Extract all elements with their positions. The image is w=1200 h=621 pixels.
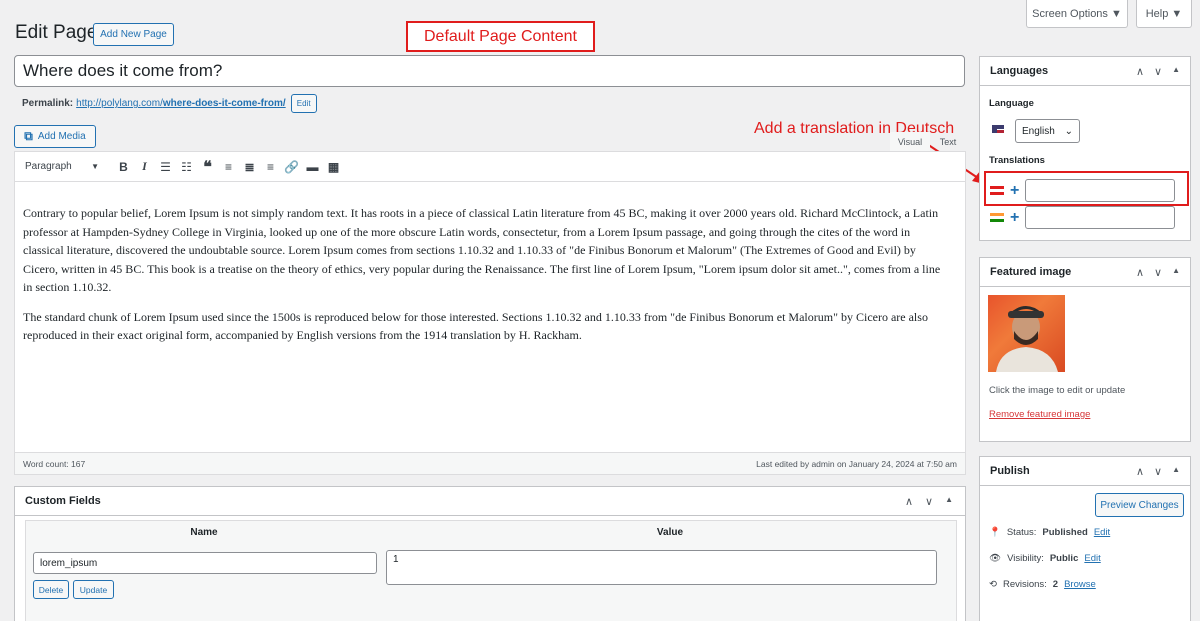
revisions-line: ⟲ Revisions: 2 Browse: [989, 579, 1096, 590]
title-input[interactable]: Where does it come from?: [14, 55, 965, 87]
tab-text[interactable]: Text: [932, 132, 964, 151]
add-media-button[interactable]: ⧉ Add Media: [14, 125, 96, 148]
publish-header[interactable]: Publish ∧ ∨ ▲: [980, 457, 1190, 486]
align-right-icon[interactable]: ≡: [260, 157, 281, 177]
link-icon[interactable]: 🔗: [281, 157, 302, 177]
language-select[interactable]: English ⌄: [1015, 119, 1080, 143]
pin-icon: 📍: [989, 527, 1001, 538]
publish-title: Publish: [990, 465, 1030, 477]
editor-content[interactable]: Contrary to popular belief, Lorem Ipsum …: [23, 204, 951, 356]
bullet-list-icon[interactable]: ☰: [155, 157, 176, 177]
numbered-list-icon[interactable]: ☷: [176, 157, 197, 177]
custom-fields-table: Name Value lorem_ipsum 1 Delete Update: [25, 520, 957, 621]
language-label: Language: [989, 98, 1034, 109]
collapse-icon[interactable]: ▲: [945, 495, 953, 508]
move-down-icon[interactable]: ∨: [1154, 65, 1162, 78]
help-button[interactable]: Help ▼: [1136, 0, 1192, 28]
permalink-label: Permalink:: [22, 98, 74, 109]
media-icon: ⧉: [24, 129, 33, 143]
permalink-edit-button[interactable]: Edit: [290, 94, 317, 113]
translation-row-hindi: +: [990, 206, 1176, 229]
align-center-icon[interactable]: ≣: [239, 157, 260, 177]
bold-icon[interactable]: B: [113, 157, 134, 177]
italic-icon[interactable]: I: [134, 157, 155, 177]
revisions-browse-link[interactable]: Browse: [1064, 579, 1096, 590]
publish-box: Publish ∧ ∨ ▲ Preview Changes 📍 Status: P…: [979, 456, 1191, 621]
translation-input-hindi[interactable]: [1025, 206, 1176, 229]
paragraph-2: The standard chunk of Lorem Ipsum used s…: [23, 309, 928, 343]
align-left-icon[interactable]: ≡: [218, 157, 239, 177]
translations-label: Translations: [989, 155, 1045, 166]
help-label: Help ▼: [1145, 7, 1183, 20]
editor-toolbar: Paragraph ▼ B I ☰ ☷ ❝ ≡ ≣ ≡ 🔗 ▬ ▦: [15, 152, 965, 182]
languages-header[interactable]: Languages ∧ ∨ ▲: [980, 57, 1190, 86]
delete-field-button[interactable]: Delete: [33, 580, 69, 599]
status-line: 📍 Status: Published Edit: [989, 527, 1111, 538]
visibility-line: 👁 Visibility: Public Edit: [989, 553, 1101, 564]
update-field-button[interactable]: Update: [73, 580, 114, 599]
title-value: Where does it come from?: [23, 61, 223, 80]
page-title: Edit Page: [15, 22, 98, 43]
collapse-icon[interactable]: ▲: [1172, 465, 1180, 478]
in-flag-icon: [990, 213, 1004, 222]
blockquote-icon[interactable]: ❝: [197, 157, 218, 177]
remove-featured-image-link[interactable]: Remove featured image: [989, 409, 1090, 420]
person-photo-icon: [996, 306, 1058, 372]
revisions-icon: ⟲: [989, 579, 997, 590]
add-translation-hindi-icon[interactable]: +: [1010, 209, 1019, 226]
screen-options-button[interactable]: Screen Options ▼: [1026, 0, 1128, 28]
tab-visual[interactable]: Visual: [890, 132, 930, 151]
custom-field-value-textarea[interactable]: 1: [386, 550, 937, 585]
permalink: Permalink: http://polylang.com/where-doe…: [22, 94, 317, 113]
paragraph-1: Contrary to popular belief, Lorem Ipsum …: [23, 206, 941, 294]
annotation-default-content: Default Page Content: [406, 21, 595, 52]
status-edit-link[interactable]: Edit: [1094, 527, 1110, 538]
collapse-icon[interactable]: ▲: [1172, 266, 1180, 279]
featured-image-title: Featured image: [990, 266, 1072, 278]
custom-fields-title: Custom Fields: [25, 495, 101, 507]
screen-options-label: Screen Options ▼: [1032, 7, 1122, 20]
permalink-link[interactable]: http://polylang.com/where-does-it-come-f…: [76, 98, 286, 109]
preview-changes-button[interactable]: Preview Changes: [1095, 493, 1184, 517]
move-down-icon[interactable]: ∨: [1154, 266, 1162, 279]
custom-field-name-input[interactable]: lorem_ipsum: [33, 552, 377, 574]
move-up-icon[interactable]: ∧: [1136, 65, 1144, 78]
format-select[interactable]: Paragraph ▼: [21, 157, 103, 177]
custom-fields-header[interactable]: Custom Fields ∧ ∨ ▲: [15, 487, 965, 516]
move-up-icon[interactable]: ∧: [1136, 465, 1144, 478]
languages-box: Languages ∧ ∨ ▲ Language English ⌄ Trans…: [979, 56, 1191, 241]
chevron-down-icon: ⌄: [1064, 125, 1073, 137]
content-editor[interactable]: Paragraph ▼ B I ☰ ☷ ❝ ≡ ≣ ≡ 🔗 ▬ ▦ Contra…: [14, 151, 966, 475]
move-up-icon[interactable]: ∧: [1136, 266, 1144, 279]
move-up-icon[interactable]: ∧: [905, 495, 913, 508]
visibility-edit-link[interactable]: Edit: [1084, 553, 1100, 564]
word-count: Word count: 167: [23, 458, 86, 469]
column-header-value: Value: [656, 527, 684, 538]
chevron-down-icon: ▼: [91, 162, 99, 171]
read-more-icon[interactable]: ▬: [302, 157, 323, 177]
annotation-translation-highlight: [984, 171, 1189, 206]
eye-icon: 👁: [989, 553, 1002, 564]
collapse-icon[interactable]: ▲: [1172, 65, 1180, 78]
featured-image-box: Featured image ∧ ∨ ▲ Click the image to …: [979, 257, 1191, 442]
featured-image-header[interactable]: Featured image ∧ ∨ ▲: [980, 258, 1190, 287]
add-media-label: Add Media: [37, 131, 86, 142]
featured-image-help: Click the image to edit or update: [989, 385, 1126, 396]
move-down-icon[interactable]: ∨: [1154, 465, 1162, 478]
us-flag-icon: [992, 125, 1004, 133]
featured-image-thumbnail[interactable]: [988, 295, 1065, 372]
languages-title: Languages: [990, 65, 1049, 77]
add-new-page-button[interactable]: Add New Page: [93, 23, 174, 46]
move-down-icon[interactable]: ∨: [925, 495, 933, 508]
last-edited: Last edited by admin on January 24, 2024…: [756, 458, 957, 469]
editor-statusbar: Word count: 167 Last edited by admin on …: [15, 452, 965, 474]
column-header-name: Name: [190, 527, 218, 538]
toolbar-toggle-icon[interactable]: ▦: [323, 157, 344, 177]
custom-fields-box: Custom Fields ∧ ∨ ▲ Name Value lorem_ips…: [14, 486, 966, 621]
